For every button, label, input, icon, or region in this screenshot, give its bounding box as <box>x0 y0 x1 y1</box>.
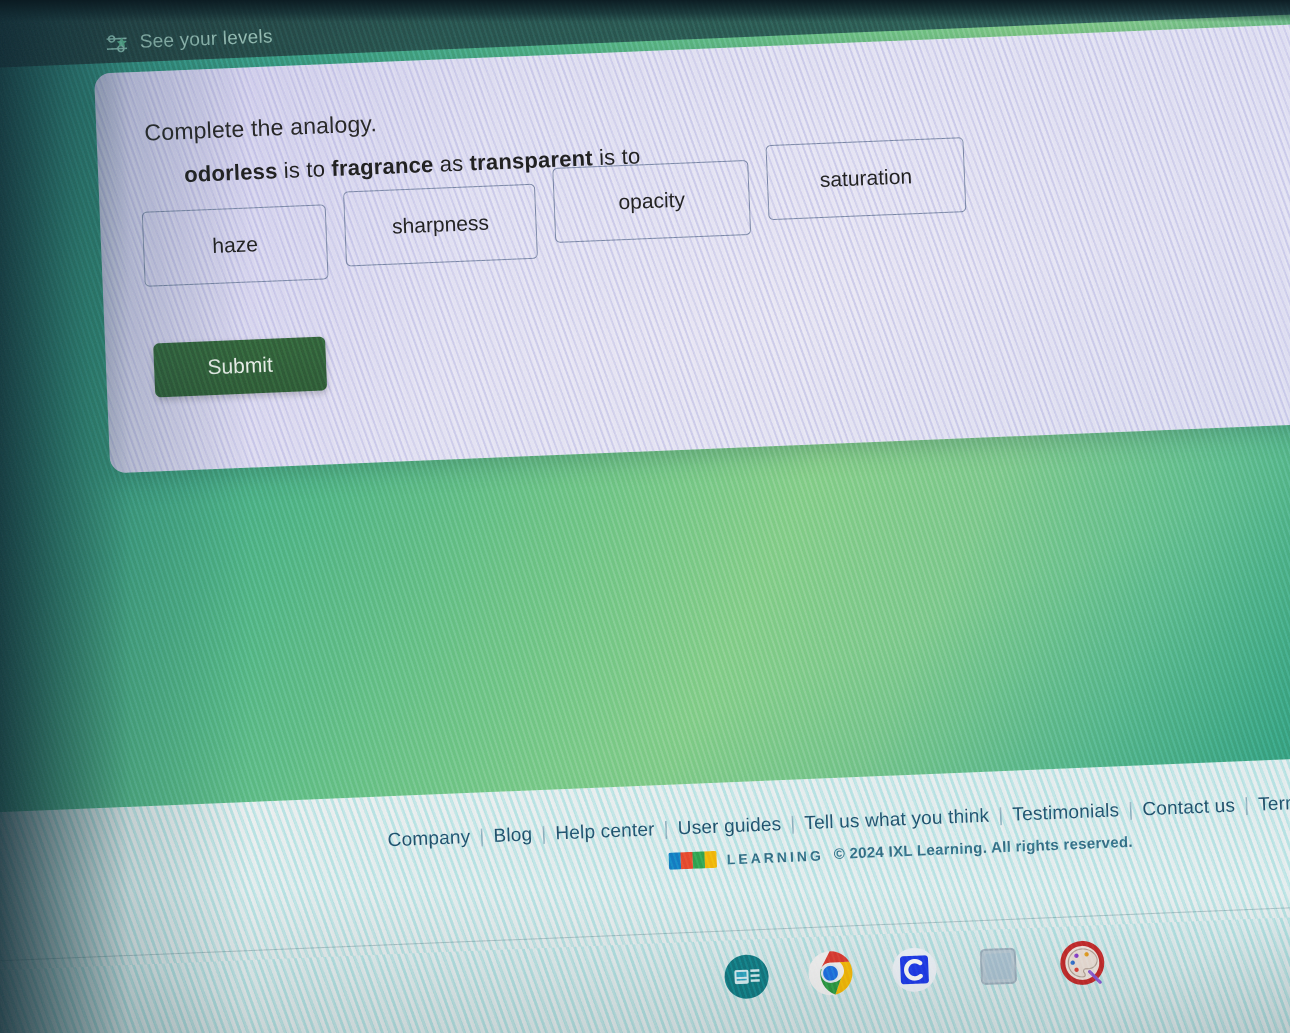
question-card: Complete the analogy. odorless is to fra… <box>94 20 1290 474</box>
option-saturation[interactable]: saturation <box>765 137 967 221</box>
browser-screen: See your levels Complete the analogy. od… <box>0 0 1290 1033</box>
footer-link-contact-us[interactable]: Contact us <box>1142 796 1236 822</box>
paint-palette-icon[interactable] <box>1058 939 1106 987</box>
footer-link-testimonials[interactable]: Testimonials <box>1012 800 1120 826</box>
footer-separator: | <box>540 823 547 845</box>
clever-c-icon[interactable] <box>891 946 939 994</box>
screen-photo-stage: See your levels Complete the analogy. od… <box>0 0 1290 1033</box>
analogy-connector-as: as <box>432 150 471 177</box>
submit-button[interactable]: Submit <box>153 336 328 398</box>
footer-separator: | <box>663 818 670 840</box>
analogy-term-a: odorless <box>183 158 278 188</box>
footer-separator: | <box>1243 794 1250 817</box>
window-app-icon[interactable] <box>974 942 1022 990</box>
footer-separator: | <box>997 805 1004 827</box>
footer-link-company[interactable]: Company <box>387 827 471 852</box>
footer-separator: | <box>789 813 796 835</box>
option-haze[interactable]: haze <box>141 204 329 287</box>
option-opacity[interactable]: opacity <box>552 159 752 243</box>
footer-separator: | <box>478 826 485 848</box>
footer-separator: | <box>1127 799 1134 821</box>
question-prompt: Complete the analogy. <box>143 110 378 146</box>
option-sharpness[interactable]: sharpness <box>343 183 538 267</box>
footer-link-help-center[interactable]: Help center <box>555 819 655 845</box>
analogy-connector-1: is to <box>276 156 332 184</box>
footer-link-user-guides[interactable]: User guides <box>677 814 781 840</box>
sliders-star-icon <box>104 33 129 54</box>
analogy-term-b: fragrance <box>330 151 434 182</box>
answer-options: haze sharpness opacity saturation <box>141 137 968 287</box>
news-app-icon[interactable] <box>723 953 771 1001</box>
ixl-logo-icon <box>668 850 718 870</box>
google-chrome-icon[interactable] <box>807 949 855 997</box>
ixl-learning-word: LEARNING <box>726 846 825 867</box>
footer-link-blog[interactable]: Blog <box>493 824 533 848</box>
